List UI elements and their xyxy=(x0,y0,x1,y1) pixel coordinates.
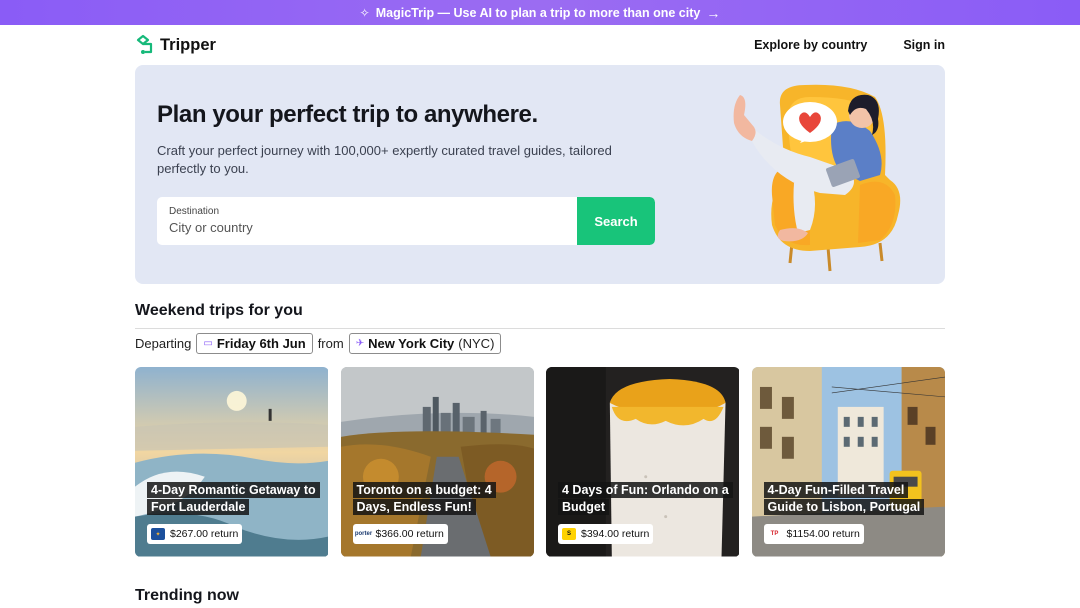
destination-label: Destination xyxy=(169,206,220,217)
section-divider xyxy=(135,328,945,329)
trip-price-badge: TP $1154.00 return xyxy=(763,524,864,544)
nav-sign-in[interactable]: Sign in xyxy=(903,38,945,52)
departure-date-picker[interactable]: ▭ Friday 6th Jun xyxy=(196,333,313,354)
destination-field[interactable]: Destination xyxy=(157,197,577,245)
trip-cards: 4-Day Romantic Getaway to Fort Lauderdal… xyxy=(135,367,945,557)
brand-logo[interactable]: Tripper xyxy=(135,34,216,56)
trip-price: $267.00 return xyxy=(170,528,239,540)
arrow-right-icon: → xyxy=(706,4,721,21)
promo-label: MagicTrip — Use AI to plan a trip to mor… xyxy=(375,5,701,20)
trip-card[interactable]: 4-Day Romantic Getaway to Fort Lauderdal… xyxy=(135,367,329,557)
trip-title: 4 Days of Fun: Orlando on a Budget xyxy=(558,482,733,516)
brand-name: Tripper xyxy=(160,35,216,54)
hero-subtitle: Craft your perfect journey with 100,000+… xyxy=(157,143,612,176)
search-button[interactable]: Search xyxy=(577,197,655,245)
trending-title: Trending now xyxy=(135,587,239,604)
nav-explore-by-country[interactable]: Explore by country xyxy=(754,38,867,52)
from-label: from xyxy=(317,336,344,351)
airline-spirit-icon: S xyxy=(562,528,576,540)
trip-price: $1154.00 return xyxy=(786,528,860,540)
hero-title: Plan your perfect trip to anywhere. xyxy=(157,101,538,128)
top-nav: Tripper Explore by country Sign in xyxy=(135,32,945,58)
origin-city-value: New York City xyxy=(368,336,455,351)
airline-jetblue-icon: ✦ xyxy=(151,528,165,540)
trip-card[interactable]: Toronto on a budget: 4 Days, Endless Fun… xyxy=(340,367,535,557)
airline-porter-icon: porter xyxy=(355,528,372,540)
plane-icon: ✈ xyxy=(355,338,365,349)
trip-card[interactable]: 4 Days of Fun: Orlando on a Budget S $39… xyxy=(546,367,740,557)
tripper-logo-icon xyxy=(136,34,153,54)
promo-banner[interactable]: ✧ MagicTrip — Use AI to plan a trip to m… xyxy=(0,0,1080,25)
departing-label: Departing xyxy=(135,336,192,351)
trip-title: Toronto on a budget: 4 Days, Endless Fun… xyxy=(352,482,525,516)
trip-price-badge: porter $366.00 return xyxy=(352,524,448,544)
trip-price: $366.00 return xyxy=(375,528,444,540)
trip-title: 4-Day Romantic Getaway to Fort Lauderdal… xyxy=(147,482,320,516)
calendar-icon: ▭ xyxy=(203,338,213,349)
destination-input[interactable] xyxy=(169,220,565,235)
airline-tap-icon: TP xyxy=(767,528,782,540)
sparkle-icon: ✧ xyxy=(359,5,370,20)
trip-title: 4-Day Fun-Filled Travel Guide to Lisbon,… xyxy=(763,482,936,516)
departure-date-value: Friday 6th Jun xyxy=(216,336,306,351)
weekend-trips-title: Weekend trips for you xyxy=(135,302,303,319)
trip-card[interactable]: 4-Day Fun-Filled Travel Guide to Lisbon,… xyxy=(751,367,946,557)
origin-city-picker[interactable]: ✈ New York City (NYC) xyxy=(348,333,502,354)
hero-banner: Plan your perfect trip to anywhere. Craf… xyxy=(135,65,945,284)
destination-search: Destination Search xyxy=(157,197,655,245)
trip-price-badge: S $394.00 return xyxy=(558,524,654,544)
hero-illustration xyxy=(733,84,901,272)
trip-filters: Departing ▭ Friday 6th Jun from ✈ New Yo… xyxy=(135,333,502,354)
trip-price-badge: ✦ $267.00 return xyxy=(147,524,243,544)
trip-price: $394.00 return xyxy=(581,528,650,540)
origin-city-code: (NYC) xyxy=(458,336,495,351)
